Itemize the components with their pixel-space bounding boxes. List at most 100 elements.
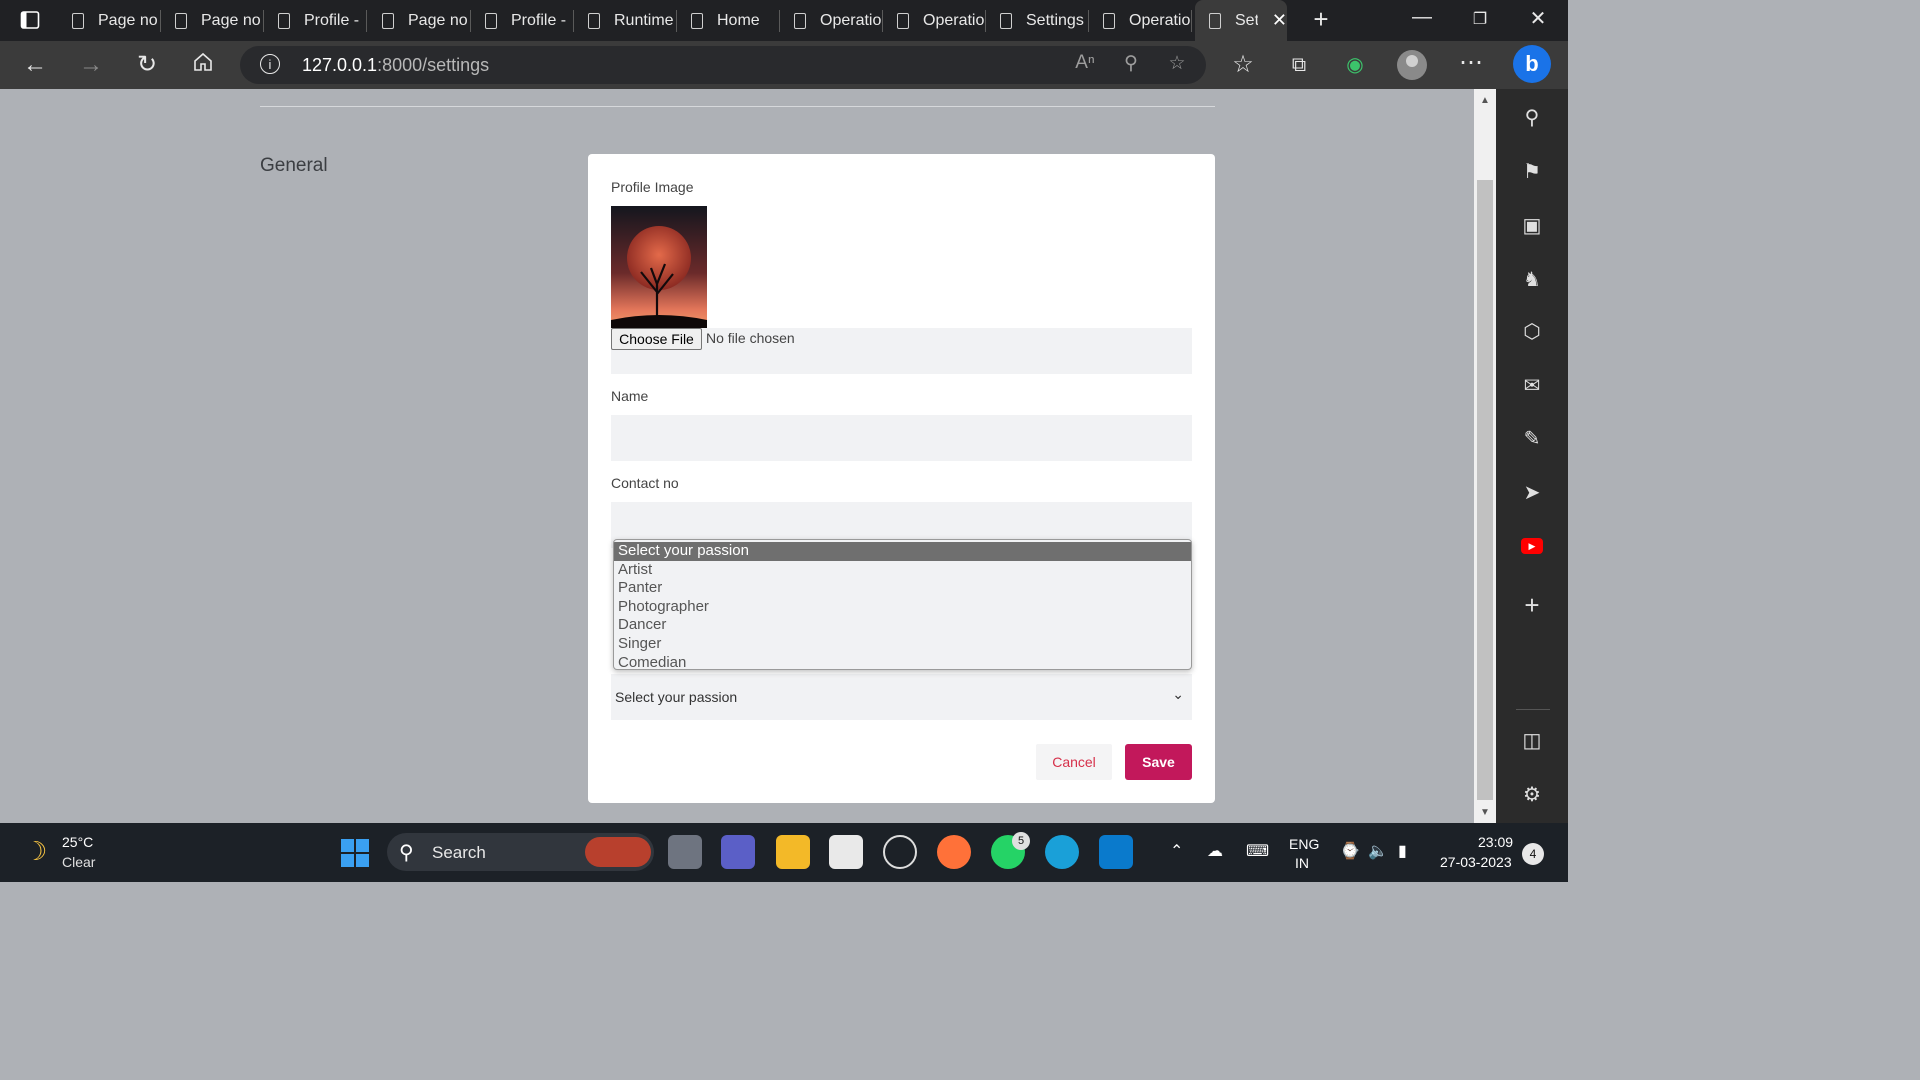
task-view-icon[interactable]	[668, 835, 702, 869]
show-hidden-icons-icon[interactable]: ⌃	[1170, 841, 1183, 861]
games-icon[interactable]: ♞	[1518, 266, 1546, 294]
passion-option[interactable]: Photographer	[614, 598, 1191, 617]
onedrive-warning-icon[interactable]: ☁	[1207, 841, 1223, 861]
scroll-up-arrow-icon[interactable]: ▲	[1480, 95, 1490, 106]
tab-title: Profile -	[304, 11, 360, 29]
scroll-down-arrow-icon[interactable]: ▼	[1480, 807, 1490, 818]
file-input-row: Choose File No file chosen	[611, 328, 1192, 374]
teams-chat-icon[interactable]	[721, 835, 755, 869]
passion-select[interactable]: Select your passion ⌄	[611, 674, 1192, 720]
vscode-icon[interactable]	[1099, 835, 1133, 869]
add-favorite-icon[interactable]: ☆	[1163, 52, 1191, 75]
language-indicator[interactable]: ENG	[1289, 836, 1319, 852]
search-icon: ⚲	[399, 842, 414, 864]
favorites-icon[interactable]: ☆	[1226, 48, 1260, 82]
taskbar-search-label: Search	[432, 843, 486, 862]
address-bar[interactable]: i 127.0.0.1:8000/settings Aⁿ ⚲ ☆	[240, 46, 1206, 84]
browser-tab[interactable]: Profile -	[264, 0, 367, 41]
microsoft-365-icon[interactable]: ⬡	[1518, 318, 1546, 346]
microsoft-store-icon[interactable]	[829, 835, 863, 869]
passion-option[interactable]: Comedian	[614, 654, 1191, 669]
back-icon[interactable]: ←	[18, 48, 52, 82]
browser-tab[interactable]: Operatio	[1089, 0, 1192, 41]
tab-title: Operatio	[820, 11, 882, 29]
passion-option[interactable]: Select your passion	[614, 542, 1191, 561]
page-scrollbar[interactable]: ▲ ▼	[1474, 89, 1496, 823]
search-highlight-image	[585, 837, 651, 867]
minimize-button[interactable]: —	[1402, 6, 1442, 34]
collections-icon[interactable]: ⧉	[1282, 48, 1316, 82]
browser-tab[interactable]: Runtime	[574, 0, 677, 41]
profile-avatar[interactable]	[1397, 50, 1427, 80]
browser-tab[interactable]: Page no	[161, 0, 264, 41]
passion-dropdown-list[interactable]: Select your passion Artist Panter Photograp…	[613, 539, 1192, 670]
keyboard-icon[interactable]: ⌨	[1246, 841, 1269, 861]
weather-condition[interactable]: Clear	[62, 854, 95, 870]
name-input[interactable]	[611, 415, 1192, 461]
browser-tab[interactable]: Operatio	[780, 0, 883, 41]
browser-essentials-icon[interactable]: ◉	[1338, 48, 1372, 82]
passion-option[interactable]: Panter	[614, 579, 1191, 598]
clock-date[interactable]: 27-03-2023	[1440, 854, 1512, 870]
save-button[interactable]: Save	[1125, 744, 1192, 780]
whatsapp-badge: 5	[1012, 832, 1030, 850]
read-aloud-icon[interactable]: Aⁿ	[1071, 52, 1099, 74]
dell-icon[interactable]	[883, 835, 917, 869]
browser-tab[interactable]: Profile -	[471, 0, 574, 41]
zoom-icon[interactable]: ⚲	[1117, 52, 1145, 75]
choose-file-button[interactable]: Choose File	[611, 328, 702, 350]
browser-tab[interactable]: Settings	[986, 0, 1089, 41]
shopping-tag-icon[interactable]: ⚑	[1518, 158, 1546, 186]
add-sidebar-app-icon[interactable]: +	[1518, 591, 1546, 619]
passion-option[interactable]: Dancer	[614, 616, 1191, 635]
page-document-icon	[72, 12, 84, 29]
cancel-button[interactable]: Cancel	[1036, 744, 1112, 780]
site-info-icon[interactable]: i	[260, 54, 280, 74]
weather-moon-icon[interactable]: ☽	[24, 836, 47, 867]
scroll-thumb[interactable]	[1477, 180, 1493, 800]
passion-option[interactable]: Singer	[614, 635, 1191, 654]
passion-option[interactable]: Artist	[614, 561, 1191, 580]
volume-icon[interactable]: 🔈	[1368, 841, 1388, 861]
tab-title: Page no	[408, 11, 468, 29]
hide-sidebar-icon[interactable]: ◫	[1518, 727, 1546, 755]
tab-title: Profile -	[511, 11, 567, 29]
restore-button[interactable]: ❐	[1460, 6, 1500, 34]
weather-temp[interactable]: 25°C	[62, 834, 93, 850]
battery-icon[interactable]: ▮	[1398, 841, 1407, 861]
tab-actions-icon[interactable]	[14, 8, 46, 32]
browser-tab[interactable]: Page no	[58, 0, 161, 41]
home-icon[interactable]	[186, 48, 220, 82]
browser-tab[interactable]: Page no	[368, 0, 471, 41]
tools-briefcase-icon[interactable]: ▣	[1518, 212, 1546, 240]
outlook-icon[interactable]: ✉	[1518, 372, 1546, 400]
new-tab-button[interactable]: +	[1308, 4, 1334, 34]
search-icon[interactable]: ⚲	[1518, 104, 1546, 132]
image-creator-icon[interactable]: ✎	[1518, 425, 1546, 453]
forward-icon[interactable]: →	[74, 48, 108, 82]
taskbar-search[interactable]: ⚲ Search	[387, 833, 654, 871]
settings-form-card: Profile Image Choose File No file chosen…	[588, 154, 1215, 803]
bing-chat-icon[interactable]: b	[1513, 45, 1551, 83]
youtube-icon[interactable]: ▶	[1521, 538, 1543, 554]
browser-tab[interactable]: Sett ✕	[1195, 0, 1287, 41]
notification-count[interactable]: 4	[1522, 843, 1544, 865]
send-icon[interactable]: ➤	[1518, 479, 1546, 507]
more-options-icon[interactable]: ⋯	[1454, 46, 1488, 80]
file-explorer-icon[interactable]	[776, 835, 810, 869]
browser-tab[interactable]: Home	[677, 0, 780, 41]
edge-icon[interactable]	[1045, 835, 1079, 869]
windows-taskbar: ☽ 25°C Clear ⚲ Search 5 ⌃ ☁ ⌨ ENG IN ⌚ 🔈…	[0, 823, 1568, 882]
url-text[interactable]: 127.0.0.1:8000/settings	[302, 55, 489, 76]
close-tab-icon[interactable]: ✕	[1272, 10, 1287, 31]
windows-start-icon[interactable]	[341, 839, 369, 867]
clock-time[interactable]: 23:09	[1478, 834, 1513, 850]
close-window-button[interactable]: ✕	[1518, 6, 1558, 34]
browser-tab[interactable]: Operatio	[883, 0, 986, 41]
firefox-icon[interactable]	[937, 835, 971, 869]
language-region[interactable]: IN	[1295, 855, 1309, 871]
wifi-icon[interactable]: ⌚	[1340, 841, 1360, 861]
page-document-icon	[1209, 12, 1221, 29]
sidebar-settings-gear-icon[interactable]: ⚙	[1518, 781, 1546, 809]
refresh-icon[interactable]: ↻	[130, 48, 164, 82]
